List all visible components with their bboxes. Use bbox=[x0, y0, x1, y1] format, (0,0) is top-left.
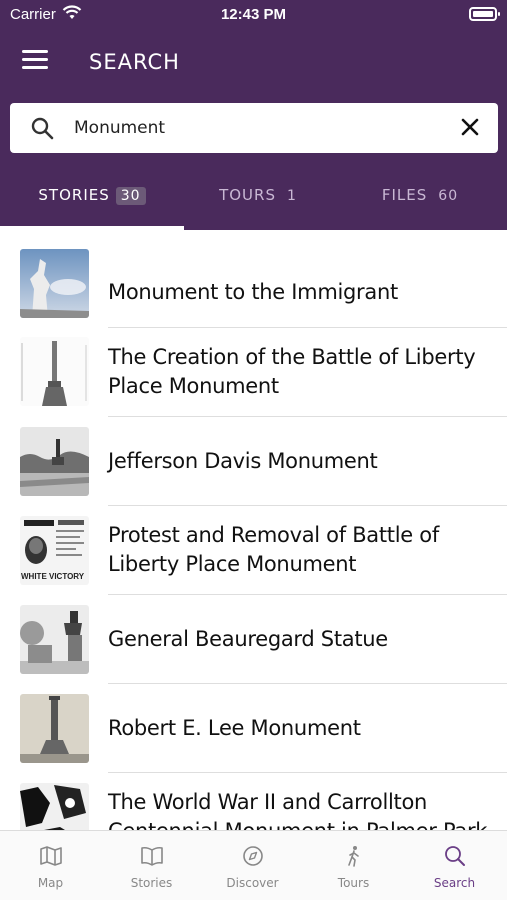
search-bar bbox=[10, 103, 498, 153]
tab-label: STORIES bbox=[38, 186, 110, 204]
walking-person-icon bbox=[347, 846, 359, 867]
list-item[interactable]: Monument to the Immigrant bbox=[0, 239, 507, 328]
tabbar-label: Discover bbox=[226, 876, 279, 890]
book-icon bbox=[140, 846, 163, 866]
result-title: Monument to the Immigrant bbox=[108, 280, 398, 304]
tabbar-label: Stories bbox=[130, 876, 173, 890]
tab-label: TOURS bbox=[219, 186, 276, 204]
tabbar-label: Search bbox=[433, 876, 476, 890]
result-thumbnail bbox=[20, 337, 89, 406]
tabbar-item-map[interactable]: Map bbox=[0, 845, 101, 890]
result-title: The World War II and Carrollton Centenni… bbox=[108, 790, 487, 830]
list-item[interactable]: Robert E. Lee Monument bbox=[0, 684, 507, 773]
map-icon bbox=[39, 846, 62, 866]
tab-label: FILES bbox=[381, 186, 428, 204]
tabbar-item-search[interactable]: Search bbox=[404, 845, 505, 890]
tab-files[interactable]: FILES 60 bbox=[338, 168, 507, 230]
compass-icon bbox=[242, 846, 263, 866]
bottom-tab-bar: Map Stories Discover Tours Search bbox=[0, 830, 507, 900]
page-title: SEARCH bbox=[89, 50, 180, 74]
result-title: Jefferson Davis Monument bbox=[108, 449, 378, 473]
tab-count-badge: 30 bbox=[115, 187, 146, 205]
list-item[interactable]: WHITE VICTORY Protest and Removal of Bat… bbox=[0, 506, 507, 595]
results-tabs: STORIES 30 TOURS 1 FILES 60 bbox=[0, 168, 507, 230]
result-thumbnail bbox=[20, 249, 89, 318]
active-tab-indicator bbox=[0, 226, 184, 230]
list-item[interactable]: The Creation of the Battle of Liberty Pl… bbox=[0, 328, 507, 417]
tabbar-item-stories[interactable]: Stories bbox=[101, 845, 202, 890]
tab-tours[interactable]: TOURS 1 bbox=[176, 168, 345, 230]
tabbar-label: Tours bbox=[337, 876, 370, 890]
thumb-caption: WHITE VICTORY bbox=[21, 572, 85, 581]
result-thumbnail bbox=[20, 783, 89, 830]
battery-icon bbox=[469, 7, 500, 21]
list-item[interactable]: The World War II and Carrollton Centenni… bbox=[0, 773, 507, 830]
navigation-bar: SEARCH bbox=[0, 40, 507, 84]
tabbar-item-discover[interactable]: Discover bbox=[202, 845, 303, 890]
result-title: Protest and Removal of Battle of Liberty… bbox=[108, 523, 439, 576]
result-title: General Beauregard Statue bbox=[108, 627, 388, 651]
tab-stories[interactable]: STORIES 30 bbox=[0, 168, 184, 230]
status-bar: Carrier 12:43 PM bbox=[0, 0, 507, 30]
result-title: The Creation of the Battle of Liberty Pl… bbox=[108, 345, 476, 398]
tabbar-item-tours[interactable]: Tours bbox=[303, 845, 404, 890]
result-title: Robert E. Lee Monument bbox=[108, 716, 361, 740]
result-thumbnail bbox=[20, 605, 89, 674]
search-icon bbox=[444, 846, 465, 866]
list-item[interactable]: Jefferson Davis Monument bbox=[0, 417, 507, 506]
status-time: 12:43 PM bbox=[220, 6, 287, 23]
result-thumbnail bbox=[20, 694, 89, 763]
tabbar-label: Map bbox=[37, 876, 64, 890]
results-list: Monument to the Immigrant The Creation o… bbox=[0, 232, 507, 830]
search-input[interactable] bbox=[74, 113, 444, 143]
app-header: Carrier 12:43 PM SEARCH STORIES30 TOUR bbox=[0, 0, 507, 230]
hamburger-menu-icon[interactable] bbox=[22, 50, 48, 72]
tab-count-badge: 1 bbox=[286, 188, 297, 204]
clear-search-icon[interactable] bbox=[460, 117, 480, 137]
result-thumbnail: WHITE VICTORY bbox=[20, 516, 89, 585]
tab-count-badge: 60 bbox=[438, 188, 459, 204]
search-icon bbox=[31, 117, 54, 140]
result-thumbnail bbox=[20, 427, 89, 496]
list-item[interactable]: General Beauregard Statue bbox=[0, 595, 507, 684]
